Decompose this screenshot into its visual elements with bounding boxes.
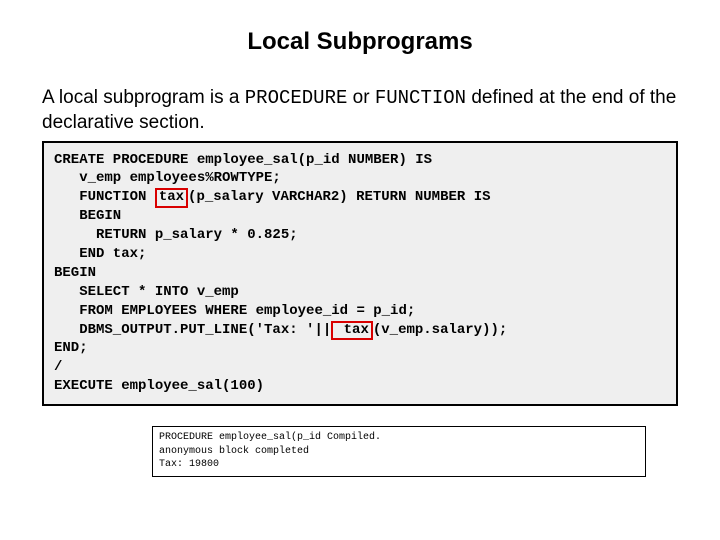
output-line: anonymous block completed <box>159 446 309 457</box>
code-line: CREATE PROCEDURE employee_sal(p_id NUMBE… <box>54 152 432 168</box>
intro-text: A local subprogram is a PROCEDURE or FUN… <box>42 86 678 135</box>
code-line: FROM EMPLOYEES WHERE employee_id = p_id; <box>54 303 415 319</box>
highlight-tax-call: tax <box>331 321 373 340</box>
output-line: PROCEDURE employee_sal(p_id Compiled. <box>159 432 381 443</box>
code-line: DBMS_OUTPUT.PUT_LINE('Tax: '|| <box>54 322 331 338</box>
intro-kw-procedure: PROCEDURE <box>245 87 348 109</box>
code-line: BEGIN <box>54 265 96 281</box>
code-line: END tax; <box>54 246 146 262</box>
intro-part1: A local subprogram is a <box>42 87 245 108</box>
code-line: FUNCTION <box>54 189 155 205</box>
page-title: Local Subprograms <box>42 28 678 56</box>
code-line: BEGIN <box>54 208 121 224</box>
code-line: (p_salary VARCHAR2) RETURN NUMBER IS <box>188 189 490 205</box>
code-line: (v_emp.salary)); <box>373 322 507 338</box>
code-line: v_emp employees%ROWTYPE; <box>54 170 281 186</box>
slide: Local Subprograms A local subprogram is … <box>0 0 720 540</box>
intro-kw-function: FUNCTION <box>375 87 466 109</box>
code-block: CREATE PROCEDURE employee_sal(p_id NUMBE… <box>42 141 678 407</box>
code-line: RETURN p_salary * 0.825; <box>54 227 298 243</box>
intro-part2: or <box>347 87 374 108</box>
code-line: SELECT * INTO v_emp <box>54 284 239 300</box>
code-line: END; <box>54 340 88 356</box>
output-block: PROCEDURE employee_sal(p_id Compiled. an… <box>152 426 646 477</box>
output-line: Tax: 19800 <box>159 459 219 470</box>
code-line: / <box>54 359 62 375</box>
highlight-tax-def: tax <box>155 188 188 207</box>
code-line: EXECUTE employee_sal(100) <box>54 378 264 394</box>
